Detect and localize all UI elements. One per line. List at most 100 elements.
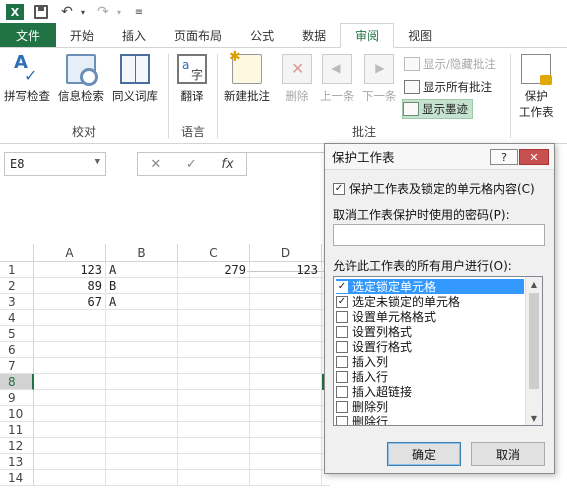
permission-item[interactable]: 插入列 [336,354,524,369]
grid-cell[interactable]: 123 [34,262,106,278]
show-all-comments-button[interactable]: 显示所有批注 [404,77,492,97]
grid-cell[interactable] [250,294,322,310]
scroll-up-icon[interactable]: ▲ [526,277,542,291]
grid-cell[interactable] [34,454,106,470]
grid-cell[interactable] [250,342,322,358]
permission-checkbox[interactable] [336,325,348,338]
redo-dropdown-icon[interactable]: ▾ [114,2,124,22]
permission-checkbox[interactable] [336,370,348,383]
permission-checkbox[interactable] [336,340,348,353]
row-header[interactable]: 13 [0,454,34,470]
name-box-dropdown-icon[interactable]: ▼ [95,157,100,167]
grid-cell[interactable] [178,454,250,470]
grid-cell[interactable] [250,470,322,486]
grid-cell[interactable] [178,390,250,406]
permission-checkbox[interactable] [336,355,348,368]
show-ink-button[interactable]: 显示墨迹 [402,99,473,119]
grid-cell[interactable] [106,438,178,454]
grid-cell[interactable] [250,374,322,390]
grid-cell[interactable] [34,342,106,358]
tab-page-layout[interactable]: 页面布局 [160,23,236,47]
row-header[interactable]: 4 [0,310,34,326]
tab-review[interactable]: 审阅 [340,23,395,48]
grid-cell[interactable] [178,342,250,358]
permission-checkbox[interactable] [336,400,348,413]
grid-cell[interactable] [34,358,106,374]
redo-icon[interactable]: ↷ [92,2,114,22]
grid-cell[interactable] [178,438,250,454]
scroll-thumb[interactable] [529,293,539,389]
grid-cell[interactable] [106,470,178,486]
previous-comment-button[interactable]: 上一条 [320,54,355,104]
row-header[interactable]: 1 [0,262,34,278]
tab-view[interactable]: 视图 [394,23,446,47]
row-header[interactable]: 9 [0,390,34,406]
translate-button[interactable]: 翻译 [177,54,207,104]
spelling-button[interactable]: 拼写检查 [4,52,50,104]
column-header-a[interactable]: A [34,244,106,262]
grid-cell[interactable] [34,470,106,486]
grid-cell[interactable] [178,422,250,438]
grid-cell[interactable] [250,358,322,374]
permission-checkbox[interactable]: ✓ [336,280,348,293]
corner-select-all[interactable] [0,244,34,262]
grid-cell[interactable] [34,406,106,422]
undo-icon[interactable]: ↶ [56,2,78,22]
new-comment-button[interactable]: 新建批注 [224,49,270,104]
row-header[interactable]: 8 [0,374,34,390]
protect-sheet-button[interactable]: 保护 工作表 [519,54,554,120]
name-box[interactable]: E8 ▼ [4,152,106,176]
permission-item[interactable]: 设置行格式 [336,339,524,354]
tab-file[interactable]: 文件 [0,23,57,47]
row-header[interactable]: 2 [0,278,34,294]
close-button[interactable]: ✕ [519,149,549,165]
grid-cell[interactable] [34,390,106,406]
insert-function-icon[interactable]: fx [221,157,233,172]
permission-item[interactable]: 删除行 [336,414,524,425]
grid-cell[interactable] [34,326,106,342]
grid-cell[interactable] [250,278,322,294]
tab-insert[interactable]: 插入 [108,23,160,47]
permission-item[interactable]: ✓ 选定未锁定的单元格 [336,294,524,309]
column-header-b[interactable]: B [106,244,178,262]
grid-cell[interactable] [178,374,250,390]
delete-comment-button[interactable]: 删除 [282,54,312,104]
protect-contents-option[interactable]: ✓ 保护工作表及锁定的单元格内容(C) [333,180,535,197]
row-header[interactable]: 10 [0,406,34,422]
permission-checkbox[interactable]: ✓ [336,295,348,308]
grid-cell[interactable]: B [106,278,178,294]
grid-cell[interactable] [250,390,322,406]
permissions-scrollbar[interactable]: ▲ ▼ [525,277,542,425]
grid-cell[interactable] [106,342,178,358]
grid-cell[interactable] [34,310,106,326]
grid-cell[interactable] [106,326,178,342]
grid-cell[interactable] [106,422,178,438]
permission-item[interactable]: 设置单元格格式 [336,309,524,324]
tab-data[interactable]: 数据 [288,23,340,47]
grid-cell[interactable] [34,438,106,454]
grid-cell[interactable] [178,326,250,342]
row-header[interactable]: 12 [0,438,34,454]
grid-cell[interactable] [34,422,106,438]
row-header[interactable]: 5 [0,326,34,342]
help-button[interactable]: ? [490,149,518,165]
password-input[interactable] [333,224,545,246]
grid-cell[interactable] [250,326,322,342]
grid-cell[interactable] [106,310,178,326]
grid-cell[interactable]: A [106,262,178,278]
research-button[interactable]: 信息检索 [58,54,104,104]
save-icon[interactable] [30,2,52,22]
grid-cell[interactable] [250,406,322,422]
scroll-down-icon[interactable]: ▼ [526,411,542,425]
grid-cell[interactable] [106,454,178,470]
grid-cell[interactable] [178,294,250,310]
permissions-list[interactable]: ✓ 选定锁定单元格 ✓ 选定未锁定的单元格 设置单元格格式 设置列格式 设置行格式 插入列 插入… [333,276,543,426]
protect-contents-checkbox[interactable]: ✓ [333,182,345,195]
grid-cell[interactable] [178,358,250,374]
grid-cell[interactable] [250,438,322,454]
column-header-c[interactable]: C [178,244,250,262]
grid-cell[interactable] [178,278,250,294]
grid-cell[interactable]: A [106,294,178,310]
permission-checkbox[interactable] [336,415,348,425]
grid-cell[interactable] [106,406,178,422]
